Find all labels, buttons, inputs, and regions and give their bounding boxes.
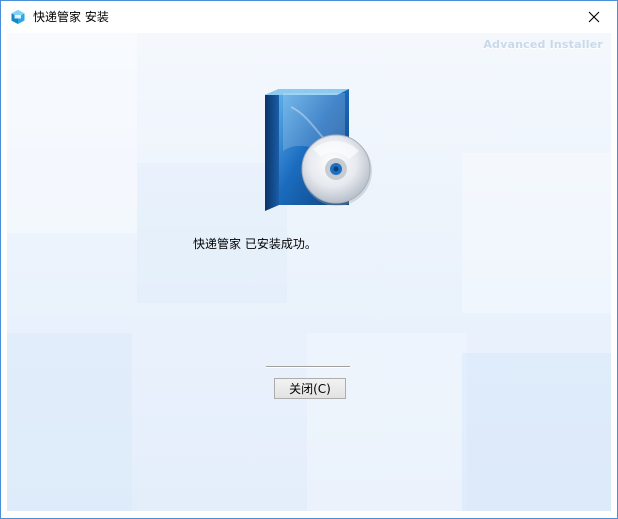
install-success-message: 快递管家 已安装成功。 [193,237,317,251]
package-icon [10,9,26,25]
title-bar: 快递管家 安装 [1,1,617,33]
close-button[interactable]: 关闭(C) [274,378,346,399]
background-panel [462,153,611,313]
installer-window: 快递管家 安装 Advanced Installer 快递管家 已安装成功。 关… [0,0,618,519]
window-close-button[interactable] [571,1,617,33]
window-title: 快递管家 安装 [33,10,109,24]
background-panel [307,333,467,511]
installer-content: Advanced Installer 快递管家 已安装成功。 关闭(C) [7,33,611,511]
software-box-cd-icon [263,87,373,213]
brand-watermark: Advanced Installer [483,38,603,51]
background-panel [7,33,137,233]
divider [266,366,350,368]
background-panel [462,353,611,511]
background-panel [7,333,132,511]
close-icon [588,11,600,23]
